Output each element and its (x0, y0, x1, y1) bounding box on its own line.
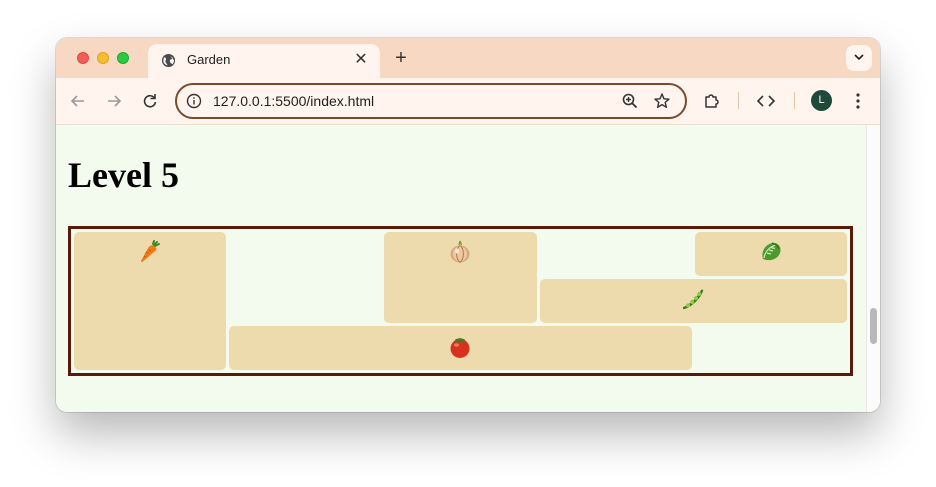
lettuce-plot[interactable] (695, 232, 847, 276)
bookmark-star-icon[interactable] (653, 92, 671, 110)
address-bar[interactable]: 127.0.0.1:5500/index.html (175, 83, 687, 119)
close-window-button[interactable] (77, 52, 89, 64)
carrot-plot[interactable] (74, 232, 226, 370)
browser-toolbar: 127.0.0.1:5500/index.html L (56, 78, 880, 125)
tab-title: Garden (187, 52, 231, 67)
minimize-window-button[interactable] (97, 52, 109, 64)
profile-avatar[interactable]: L (811, 90, 832, 111)
extensions-button[interactable] (701, 90, 723, 112)
globe-icon (161, 53, 176, 68)
new-tab-button[interactable]: + (390, 47, 412, 69)
site-info-icon[interactable] (186, 93, 202, 109)
onion-plot[interactable] (384, 232, 537, 323)
back-button[interactable] (67, 90, 89, 112)
reload-button[interactable] (139, 90, 161, 112)
carrot-icon (137, 239, 163, 265)
tab-close-icon[interactable]: ✕ (352, 51, 370, 69)
lettuce-icon (758, 239, 784, 265)
onion-icon (447, 239, 473, 265)
more-vertical-icon (856, 93, 860, 109)
page-content: Level 5 (56, 125, 866, 412)
forward-arrow-icon (108, 95, 122, 107)
devtools-button[interactable] (755, 90, 777, 112)
toolbar-divider (738, 92, 739, 109)
puzzle-icon (705, 94, 719, 108)
chevron-down-icon (854, 54, 864, 61)
tomato-plot[interactable] (229, 326, 692, 370)
pea-plot[interactable] (540, 279, 847, 323)
url-text[interactable]: 127.0.0.1:5500/index.html (213, 93, 374, 109)
back-arrow-icon (70, 95, 84, 107)
tab-garden[interactable]: Garden ✕ (148, 44, 380, 78)
forward-button[interactable] (103, 90, 125, 112)
maximize-window-button[interactable] (117, 52, 129, 64)
garden-grid (68, 226, 853, 376)
zoom-icon[interactable] (621, 92, 639, 110)
scrollbar-thumb[interactable] (870, 308, 877, 344)
toolbar-divider (794, 92, 795, 109)
tab-search-button[interactable] (846, 45, 872, 71)
browser-window: Garden ✕ + 127.0.0.1:5500/index.html L L… (56, 38, 880, 412)
browser-menu-button[interactable] (847, 90, 869, 112)
tab-strip: Garden ✕ + (56, 38, 880, 78)
reload-icon (143, 94, 157, 108)
level-heading: Level 5 (68, 155, 179, 195)
code-icon (756, 95, 776, 107)
tomato-icon (447, 334, 473, 360)
vertical-scrollbar[interactable] (866, 125, 880, 412)
pea-pod-icon (680, 287, 706, 313)
